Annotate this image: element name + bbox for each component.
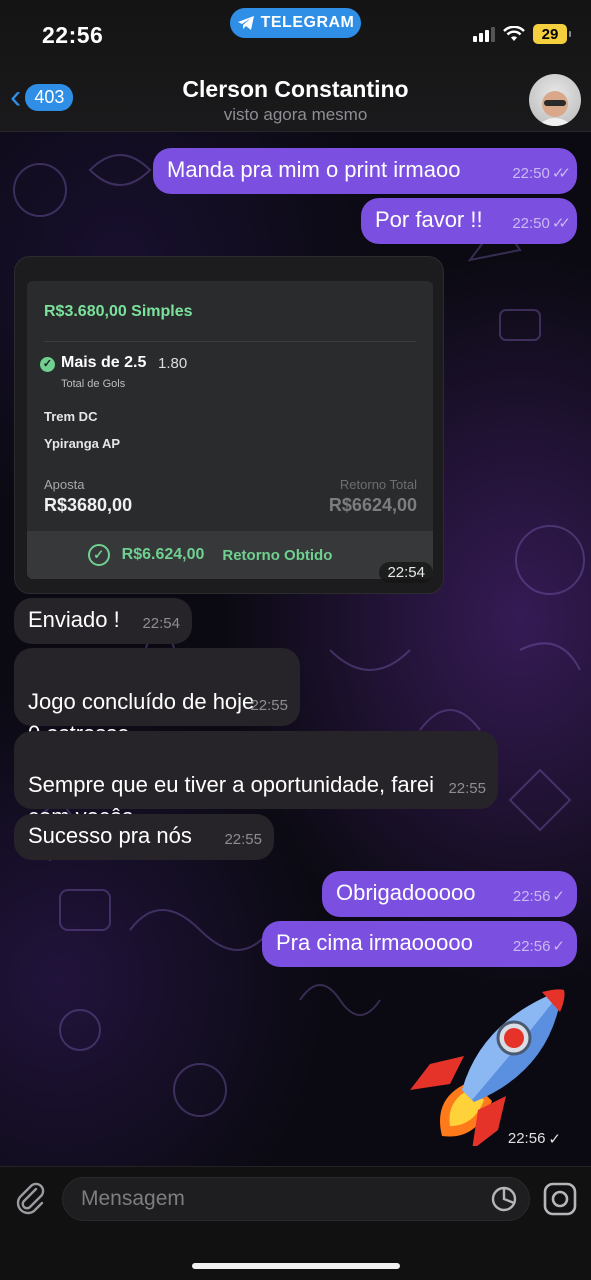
- message-bubble-incoming[interactable]: Enviado ! 22:54: [14, 598, 192, 644]
- status-icons: 29: [473, 24, 571, 44]
- message-time: 22:54: [379, 562, 433, 583]
- message-time: 22:54: [142, 615, 180, 632]
- bet-pick: Mais de 2.5: [61, 354, 147, 371]
- check-circle-icon: ✓: [87, 544, 110, 566]
- message-bubble-outgoing[interactable]: Pra cima irmaooooo 22:56 ✓: [262, 921, 577, 967]
- telegram-icon: [237, 16, 254, 30]
- message-text: Por favor !!: [375, 207, 483, 232]
- message-text: Pra cima irmaooooo: [276, 930, 473, 955]
- single-check-icon: ✓: [548, 1131, 561, 1148]
- wifi-icon: [503, 26, 525, 41]
- message-time: 22:50: [512, 165, 550, 182]
- composer-bar: [0, 1166, 591, 1280]
- home-indicator: [192, 1263, 400, 1269]
- paperclip-icon[interactable]: [14, 1181, 48, 1215]
- sticker-icon[interactable]: [490, 1185, 518, 1213]
- message-bubble-outgoing[interactable]: Por favor !! 22:50 ✓✓: [361, 198, 577, 244]
- message-input[interactable]: [62, 1177, 530, 1221]
- bet-result-bar: ✓ R$6.624,00 Retorno Obtido: [27, 531, 433, 579]
- message-meta: 22:50 ✓✓: [512, 158, 571, 190]
- message-time: 22:55: [250, 697, 288, 714]
- chat-header: 22:56 TELEGRAM 29 ‹ 403 Clerson Constant…: [0, 0, 591, 132]
- check-icon: ✓: [40, 357, 55, 372]
- bet-slip-image: R$3.680,00 Simples ✓ Mais de 2.5 1.80 To…: [27, 281, 433, 579]
- result-amount: R$6.624,00: [121, 546, 205, 563]
- message-time: 22:56: [507, 1130, 546, 1147]
- telegram-pill[interactable]: TELEGRAM: [230, 8, 361, 38]
- bet-title: R$3.680,00 Simples: [44, 303, 193, 320]
- bet-odds: 1.80: [158, 355, 188, 372]
- message-time: 22:56: [512, 938, 551, 955]
- message-text: Manda pra mim o print irmaoo: [167, 157, 461, 182]
- message-meta: 22:56 ✓: [513, 931, 565, 963]
- message-time: 22:56: [512, 888, 551, 905]
- message-bubble-incoming[interactable]: Sempre que eu tiver a oportunidade, fare…: [14, 731, 498, 829]
- message-bubble-incoming[interactable]: Jogo concluído de hoje 0 estresse 22:55: [14, 648, 300, 746]
- return-value: R$6624,00: [328, 495, 417, 515]
- stake-value: R$3680,00: [44, 495, 133, 515]
- message-text: Enviado !: [28, 607, 120, 632]
- bet-market: Total de Gols: [61, 378, 126, 390]
- message-time: 22:50: [512, 215, 550, 232]
- message-text: Sucesso pra nós: [28, 823, 192, 848]
- team-away: Ypiranga AP: [44, 436, 121, 451]
- message-bubble-outgoing[interactable]: Manda pra mim o print irmaoo 22:50 ✓✓: [153, 148, 577, 194]
- avatar-photo: [537, 88, 573, 126]
- message-time: 22:55: [448, 780, 486, 797]
- contact-status: visto agora mesmo: [223, 105, 368, 124]
- photo-message[interactable]: R$3.680,00 Simples ✓ Mais de 2.5 1.80 To…: [14, 256, 444, 594]
- message-bubble-incoming[interactable]: Sucesso pra nós 22:55: [14, 814, 274, 860]
- result-label: Retorno Obtido: [222, 546, 333, 564]
- rocket-sticker[interactable]: [402, 986, 572, 1146]
- sticker-meta: 22:56 ✓: [508, 1130, 561, 1148]
- double-check-icon: ✓✓: [551, 165, 571, 182]
- divider: [44, 341, 416, 342]
- return-label: Retorno Total: [339, 477, 417, 492]
- stake-label: Aposta: [44, 477, 85, 492]
- double-check-icon: ✓✓: [551, 215, 571, 232]
- message-text: Obrigadooooo: [336, 880, 476, 905]
- telegram-pill-label: TELEGRAM: [260, 14, 355, 31]
- message-bubble-outgoing[interactable]: Obrigadooooo 22:56 ✓: [322, 871, 577, 917]
- single-check-icon: ✓: [552, 938, 565, 955]
- single-check-icon: ✓: [552, 888, 565, 905]
- message-time: 22:55: [224, 831, 262, 848]
- team-home: Trem DC: [44, 409, 98, 424]
- avatar[interactable]: [529, 74, 581, 126]
- message-meta: 22:50 ✓✓: [512, 208, 571, 240]
- camera-icon[interactable]: [542, 1181, 578, 1217]
- battery-icon: 29: [533, 24, 571, 44]
- signal-icon: [473, 26, 495, 42]
- message-meta: 22:56 ✓: [513, 881, 565, 913]
- status-time: 22:56: [42, 22, 104, 48]
- contact-name[interactable]: Clerson Constantino: [0, 76, 591, 103]
